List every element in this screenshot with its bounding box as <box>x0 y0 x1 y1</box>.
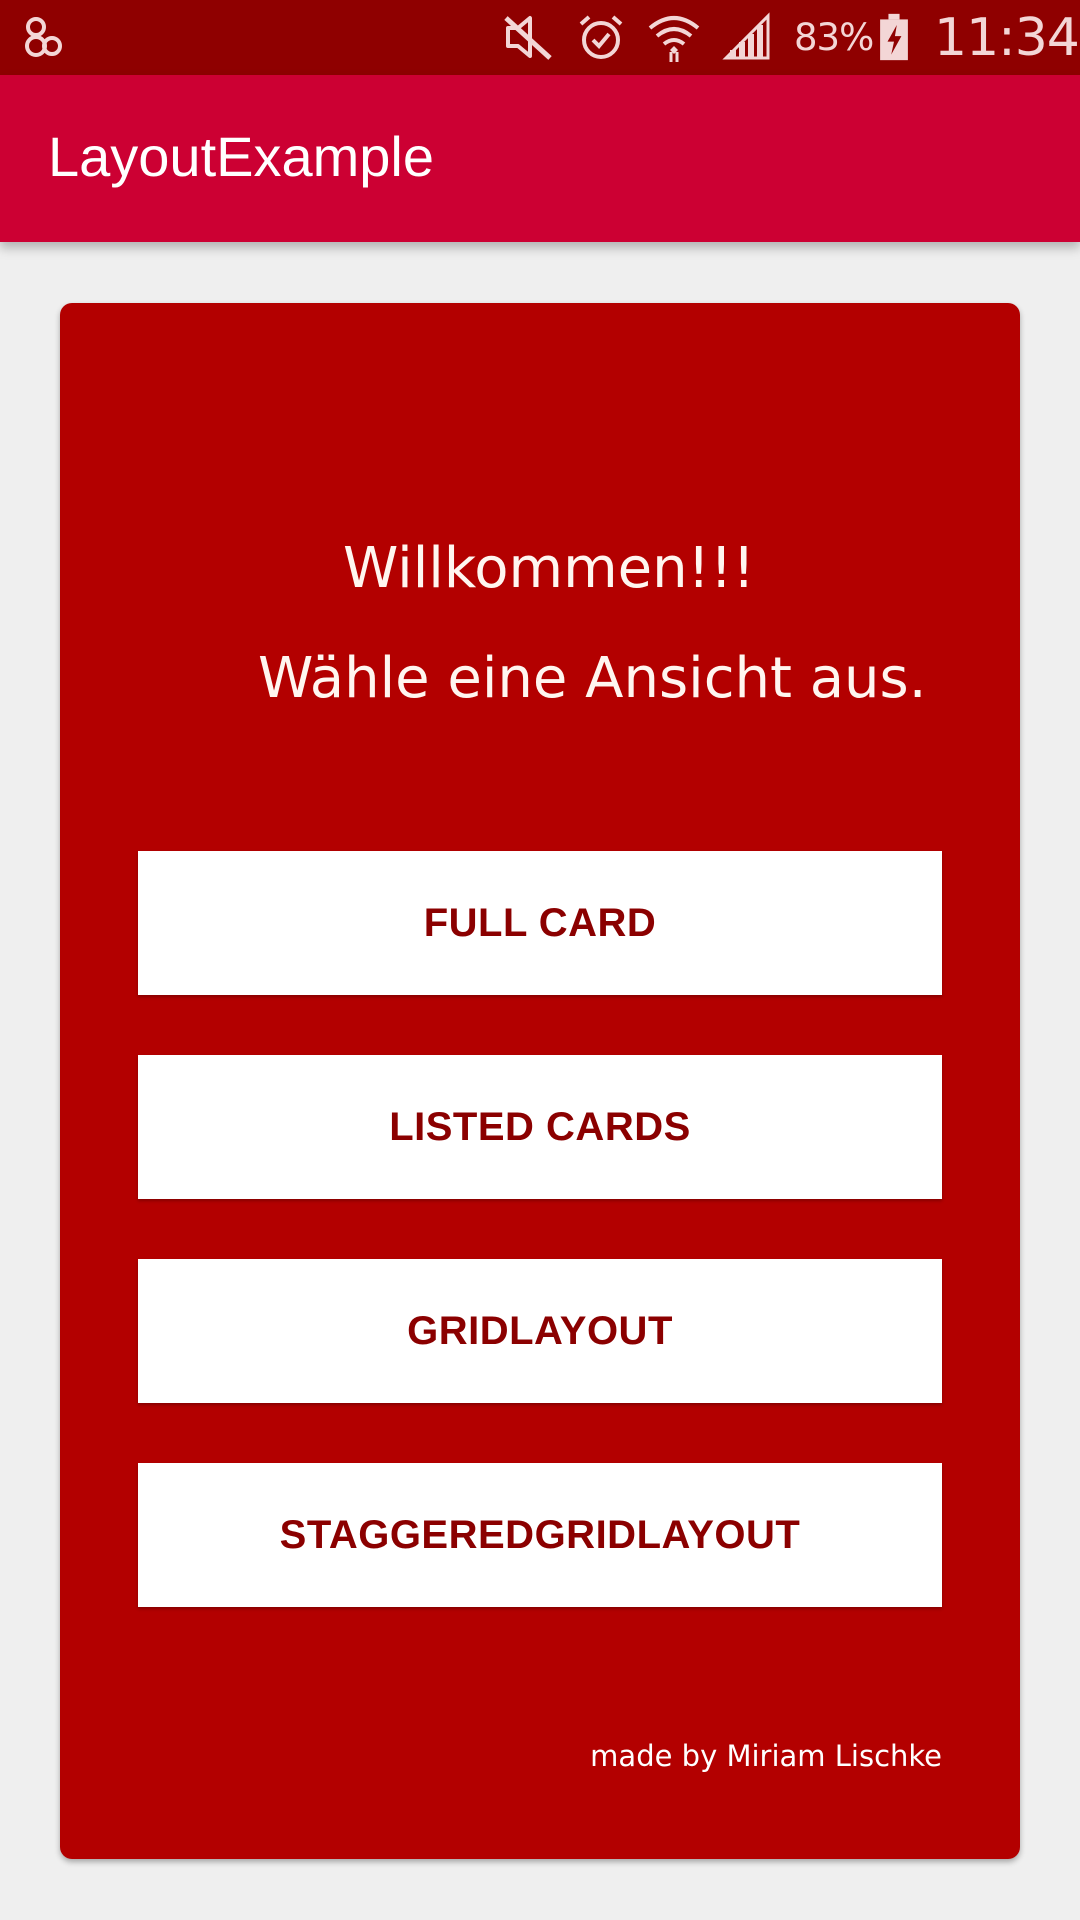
app-notification-icon <box>25 17 62 57</box>
app-title: LayoutExample <box>48 125 435 188</box>
mute-icon <box>504 16 552 60</box>
full-card-button[interactable]: FULL CARD <box>138 851 942 995</box>
app-bar: LayoutExample <box>0 75 1080 242</box>
staggeredgridlayout-button[interactable]: STAGGEREDGRIDLAYOUT <box>138 1463 942 1607</box>
battery-percent: 83% <box>794 16 874 59</box>
author-credit: made by Miriam Lischke <box>590 1739 942 1773</box>
clock-time: 11:34 <box>934 8 1080 68</box>
signal-icon <box>722 12 770 60</box>
welcome-heading: Willkommen!!! <box>343 536 755 601</box>
welcome-subheading: Wähle eine Ansicht aus. <box>258 646 927 711</box>
battery-charging-icon <box>880 13 908 61</box>
wifi-icon <box>648 16 700 62</box>
alarm-icon <box>579 15 623 59</box>
gridlayout-button[interactable]: GRIDLAYOUT <box>138 1259 942 1403</box>
status-bar: 83% 11:34 <box>0 0 1080 75</box>
listed-cards-button[interactable]: LISTED CARDS <box>138 1055 942 1199</box>
welcome-card: Willkommen!!! Wähle eine Ansicht aus. FU… <box>60 303 1020 1859</box>
